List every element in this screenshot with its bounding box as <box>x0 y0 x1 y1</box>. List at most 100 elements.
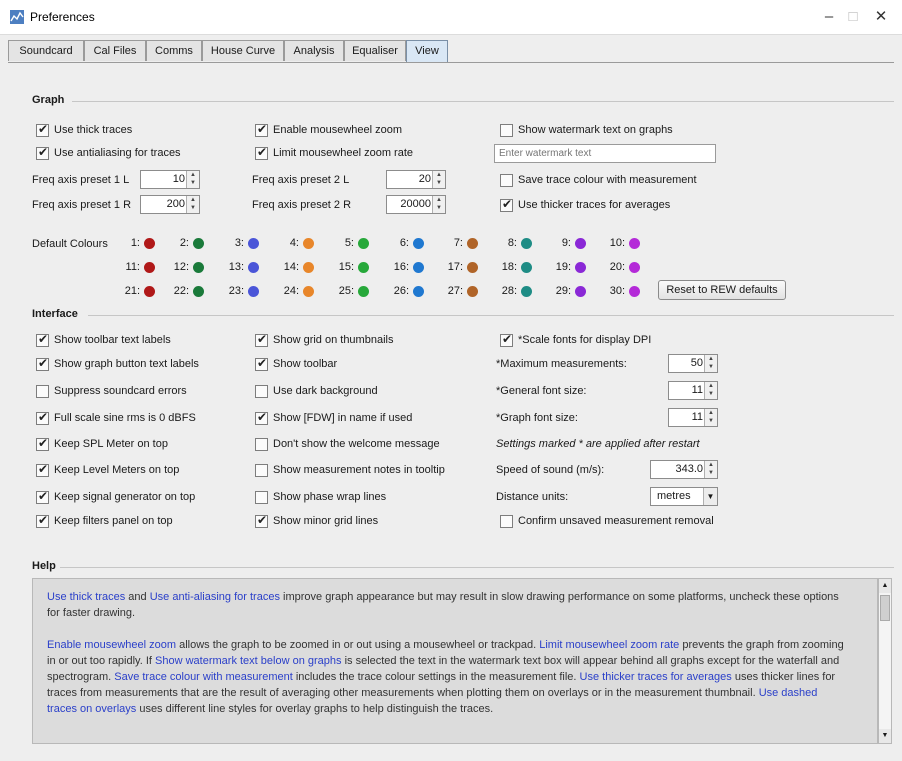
close-button[interactable]: ✕ <box>866 6 896 28</box>
colour-swatch-10[interactable] <box>629 238 640 249</box>
scroll-up-icon[interactable]: ▲ <box>879 579 891 593</box>
restart-note: Settings marked * are applied after rest… <box>496 438 700 450</box>
interface-col1-checkbox-2[interactable] <box>36 356 49 371</box>
interface-col1-checkbox-8[interactable] <box>36 513 49 528</box>
use-thick-traces-checkbox[interactable] <box>36 122 49 137</box>
colour-swatch-7[interactable] <box>467 238 478 249</box>
spinner-arrows-icon[interactable]: ▲ ▼ <box>704 355 717 372</box>
freq-preset-2r-label: Freq axis preset 2 R <box>252 199 352 211</box>
colour-swatch-12[interactable] <box>193 262 204 273</box>
enable-mousewheel-zoom-checkbox[interactable] <box>255 122 268 137</box>
colour-swatch-5[interactable] <box>358 238 369 249</box>
colour-swatch-15[interactable] <box>358 262 369 273</box>
colour-swatch-9[interactable] <box>575 238 586 249</box>
colour-swatch-23[interactable] <box>248 286 259 297</box>
tab-analysis[interactable]: Analysis <box>284 40 344 61</box>
colour-swatch-17[interactable] <box>467 262 478 273</box>
chevron-down-icon[interactable]: ▼ <box>703 488 717 505</box>
colour-number: 13: <box>228 261 244 273</box>
scale-fonts-checkbox[interactable] <box>500 332 513 347</box>
tab-comms[interactable]: Comms <box>146 40 202 61</box>
colour-swatch-24[interactable] <box>303 286 314 297</box>
colour-swatch-26[interactable] <box>413 286 424 297</box>
spinner-arrows-icon[interactable]: ▲ ▼ <box>186 196 199 213</box>
colour-swatch-25[interactable] <box>358 286 369 297</box>
interface-col2-checkbox-6[interactable] <box>255 464 268 477</box>
colour-swatch-6[interactable] <box>413 238 424 249</box>
tab-equaliser[interactable]: Equaliser <box>344 40 406 61</box>
colour-swatch-3[interactable] <box>248 238 259 249</box>
colour-swatch-11[interactable] <box>144 262 155 273</box>
colour-swatch-21[interactable] <box>144 286 155 297</box>
spinner-arrows-icon[interactable]: ▲ ▼ <box>432 196 445 213</box>
reset-to-rew-defaults-button[interactable]: Reset to REW defaults <box>658 280 786 300</box>
freq-preset-2r-spinner[interactable]: 20000 ▲ ▼ <box>386 195 446 214</box>
colour-swatch-2[interactable] <box>193 238 204 249</box>
spinner-arrows-icon[interactable]: ▲ ▼ <box>432 171 445 188</box>
interface-col2-checkbox-4[interactable] <box>255 410 268 425</box>
interface-col2-checkbox-1[interactable] <box>255 332 268 347</box>
colour-swatch-27[interactable] <box>467 286 478 297</box>
colour-number: 11: <box>125 261 140 273</box>
spinner-arrows-icon[interactable]: ▲ ▼ <box>186 171 199 188</box>
confirm-unsaved-checkbox[interactable] <box>500 515 513 528</box>
show-watermark-checkbox[interactable] <box>500 124 513 137</box>
interface-col1-checkbox-4[interactable] <box>36 410 49 425</box>
colour-swatch-8[interactable] <box>521 238 532 249</box>
confirm-unsaved-label: Confirm unsaved measurement removal <box>518 515 714 527</box>
graph-font-size-spinner[interactable]: 11 ▲ ▼ <box>668 408 718 427</box>
colour-swatch-22[interactable] <box>193 286 204 297</box>
spinner-arrows-icon[interactable]: ▲ ▼ <box>704 409 717 426</box>
tab-cal-files[interactable]: Cal Files <box>84 40 146 61</box>
save-trace-colour-checkbox[interactable] <box>500 174 513 187</box>
colour-swatch-1[interactable] <box>144 238 155 249</box>
scroll-down-icon[interactable]: ▼ <box>879 729 891 743</box>
interface-col1-checkbox-6[interactable] <box>36 462 49 477</box>
maximize-button[interactable]: □ <box>838 6 868 28</box>
distance-units-value: metres <box>657 490 691 502</box>
help-scrollbar[interactable]: ▲ ▼ <box>878 578 892 744</box>
colour-swatch-14[interactable] <box>303 262 314 273</box>
interface-col1-label-7: Keep signal generator on top <box>54 491 196 503</box>
interface-col2-checkbox-2[interactable] <box>255 356 268 371</box>
colour-swatch-28[interactable] <box>521 286 532 297</box>
tab-view[interactable]: View <box>406 40 448 62</box>
limit-mousewheel-zoom-label: Limit mousewheel zoom rate <box>273 147 414 159</box>
interface-col2-checkbox-8[interactable] <box>255 513 268 528</box>
colour-swatch-19[interactable] <box>575 262 586 273</box>
colour-swatch-20[interactable] <box>629 262 640 273</box>
scroll-thumb[interactable] <box>880 595 890 621</box>
watermark-text-input[interactable] <box>494 144 716 163</box>
window-title: Preferences <box>30 10 95 24</box>
colour-swatch-29[interactable] <box>575 286 586 297</box>
spinner-arrows-icon[interactable]: ▲ ▼ <box>704 382 717 399</box>
freq-preset-1l-spinner[interactable]: 10 ▲ ▼ <box>140 170 200 189</box>
interface-col1-checkbox-1[interactable] <box>36 332 49 347</box>
freq-preset-1r-spinner[interactable]: 200 ▲ ▼ <box>140 195 200 214</box>
distance-units-select[interactable]: metres ▼ <box>650 487 718 506</box>
speed-of-sound-spinner[interactable]: 343.0 ▲ ▼ <box>650 460 718 479</box>
colour-swatch-18[interactable] <box>521 262 532 273</box>
interface-col2-checkbox-3[interactable] <box>255 385 268 398</box>
spinner-arrows-icon[interactable]: ▲ ▼ <box>704 461 717 478</box>
interface-col1-checkbox-7[interactable] <box>36 489 49 504</box>
interface-col2-checkbox-7[interactable] <box>255 491 268 504</box>
colour-number: 9: <box>561 237 571 249</box>
colour-swatch-16[interactable] <box>413 262 424 273</box>
tab-house-curve[interactable]: House Curve <box>202 40 284 61</box>
tab-soundcard[interactable]: Soundcard <box>8 40 84 61</box>
colour-swatch-13[interactable] <box>248 262 259 273</box>
colour-swatch-4[interactable] <box>303 238 314 249</box>
help-text-area[interactable]: Use thick traces and Use anti-aliasing f… <box>32 578 878 744</box>
max-measurements-spinner[interactable]: 50 ▲ ▼ <box>668 354 718 373</box>
interface-col2-label-5: Don't show the welcome message <box>273 438 440 450</box>
colour-swatch-30[interactable] <box>629 286 640 297</box>
interface-col1-checkbox-5[interactable] <box>36 436 49 451</box>
limit-mousewheel-zoom-checkbox[interactable] <box>255 145 268 160</box>
general-font-size-spinner[interactable]: 11 ▲ ▼ <box>668 381 718 400</box>
thicker-averages-checkbox[interactable] <box>500 197 513 212</box>
interface-col2-checkbox-5[interactable] <box>255 438 268 451</box>
use-antialiasing-checkbox[interactable] <box>36 145 49 160</box>
interface-col1-checkbox-3[interactable] <box>36 385 49 398</box>
freq-preset-2l-spinner[interactable]: 20 ▲ ▼ <box>386 170 446 189</box>
